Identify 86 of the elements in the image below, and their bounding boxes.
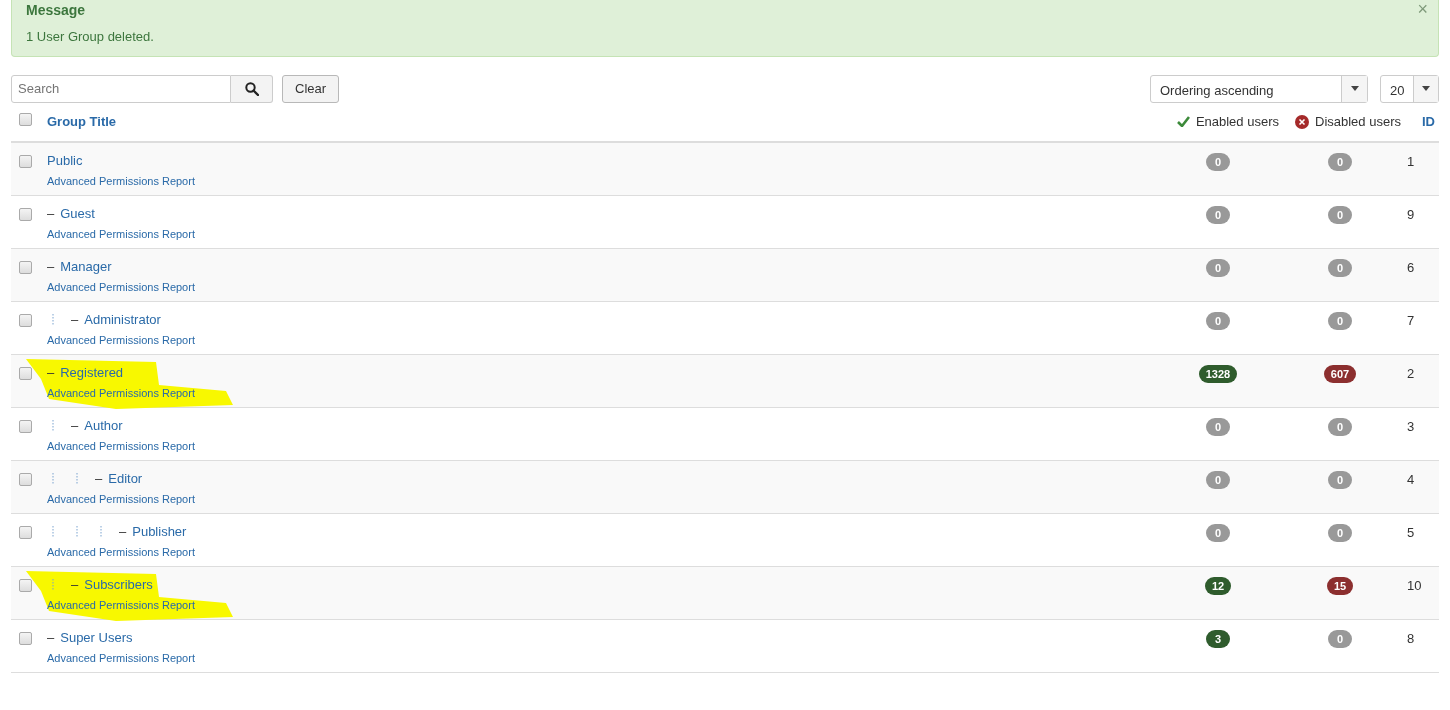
search-icon (244, 81, 259, 96)
report-link[interactable]: Advanced Permissions Report (47, 439, 195, 452)
tree-dash: – (47, 363, 55, 382)
row-checkbox[interactable] (19, 419, 32, 433)
report-link[interactable]: Advanced Permissions Report (47, 492, 195, 505)
id-cell-text: 5 (1406, 524, 1415, 540)
disabled-count: 15 (1326, 576, 1354, 595)
id-cell-text: 2 (1406, 365, 1415, 381)
alert-heading: Message (26, 1, 86, 20)
column-header: Disabled users (1315, 112, 1401, 131)
report-link[interactable]: Advanced Permissions Report (47, 174, 195, 187)
enabled-count: 3 (1206, 629, 1230, 648)
group-link[interactable]: Guest (60, 203, 95, 224)
disabled-count: 0 (1328, 311, 1352, 330)
enabled-count: 0 (1206, 523, 1230, 542)
disabled-count: 0 (1328, 205, 1352, 224)
group-link[interactable]: Author (84, 415, 123, 436)
report-link[interactable]: Advanced Permissions Report (47, 386, 195, 399)
enabled-count: 0 (1206, 311, 1230, 330)
report-link[interactable]: Advanced Permissions Report (47, 280, 195, 293)
column-header: Enabled users (1195, 112, 1279, 131)
id-cell-text: 9 (1406, 206, 1415, 222)
disabled-count: 0 (1328, 417, 1352, 436)
disabled-count: 0 (1328, 152, 1352, 171)
row-checkbox[interactable] (19, 366, 32, 380)
tree-dash: – (71, 310, 79, 329)
enabled-count: 0 (1206, 205, 1230, 224)
tree-dash: – (47, 628, 55, 647)
enabled-count: 0 (1206, 152, 1230, 171)
row-checkbox[interactable] (19, 313, 32, 327)
column-header[interactable]: ID (1422, 113, 1435, 129)
disabled-count: 0 (1328, 523, 1352, 542)
caret-icon (1422, 86, 1431, 91)
enabled-count: 0 (1206, 258, 1230, 277)
report-link[interactable]: Advanced Permissions Report (47, 227, 195, 240)
row-checkbox[interactable] (19, 578, 32, 592)
select-all-checkbox[interactable] (19, 112, 32, 126)
column-header[interactable]: Group Title (47, 113, 117, 129)
id-cell-text: 8 (1406, 630, 1415, 646)
row-checkbox[interactable] (19, 472, 32, 486)
alert-text: 1 User Group deleted. (26, 28, 154, 46)
group-link[interactable]: Subscribers (84, 574, 153, 595)
group-link[interactable]: Publisher (132, 521, 187, 542)
enabled-count: 0 (1206, 470, 1230, 489)
report-link[interactable]: Advanced Permissions Report (47, 333, 195, 346)
row-checkbox[interactable] (19, 631, 32, 645)
id-cell-text: 6 (1406, 259, 1415, 275)
report-link[interactable]: Advanced Permissions Report (47, 651, 195, 664)
tree-dash: – (71, 575, 79, 594)
group-link[interactable]: Editor (108, 468, 143, 489)
search-field[interactable]: Search (11, 74, 231, 103)
group-link[interactable]: Registered (60, 362, 124, 383)
error-icon (1295, 114, 1309, 129)
tree-dash: – (71, 416, 79, 435)
disabled-count: 0 (1328, 629, 1352, 648)
disabled-count: 607 (1323, 364, 1357, 383)
tree-dash: – (119, 522, 127, 541)
tree-dash: – (47, 204, 55, 223)
group-link[interactable]: Manager (60, 256, 112, 277)
id-cell-text: 1 (1406, 153, 1415, 169)
clear-button[interactable]: Clear (282, 74, 340, 103)
row-checkbox[interactable] (19, 154, 32, 168)
report-link[interactable]: Advanced Permissions Report (47, 598, 195, 611)
id-cell-text: 10 (1406, 577, 1422, 593)
disabled-count: 0 (1328, 258, 1352, 277)
row-checkbox[interactable] (19, 207, 32, 221)
group-link[interactable]: Super Users (60, 627, 133, 648)
row-checkbox[interactable] (19, 260, 32, 274)
check-icon (1176, 116, 1190, 127)
report-link[interactable]: Advanced Permissions Report (47, 545, 195, 558)
enabled-count: 12 (1204, 576, 1232, 595)
id-cell-text: 7 (1406, 312, 1415, 328)
search-button[interactable] (231, 74, 273, 103)
disabled-count: 0 (1328, 470, 1352, 489)
group-link[interactable]: Administrator (84, 309, 161, 330)
tree-dash: – (47, 257, 55, 276)
enabled-count: 1328 (1198, 364, 1238, 383)
tree-dash: – (95, 469, 103, 488)
row-checkbox[interactable] (19, 525, 32, 539)
caret-icon (1350, 86, 1359, 91)
id-cell-text: 3 (1406, 418, 1415, 434)
id-cell-text: 4 (1406, 471, 1415, 487)
enabled-count: 0 (1206, 417, 1230, 436)
ordering-select[interactable]: Ordering ascending (1150, 74, 1368, 103)
group-link[interactable]: Public (47, 150, 83, 171)
limit-select[interactable]: 20 (1380, 74, 1439, 103)
